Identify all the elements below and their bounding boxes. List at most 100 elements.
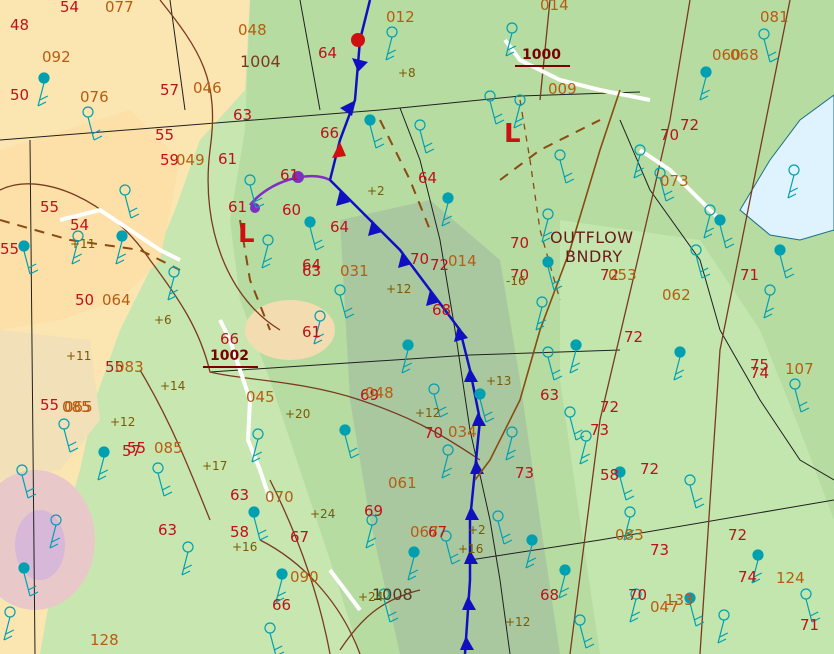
temperature-value: 72 (728, 526, 747, 544)
temperature-value: 64 (318, 44, 337, 62)
station-circle-icon (570, 339, 582, 351)
pressure-tendency-value: +16 (232, 540, 257, 554)
outflow-boundary-label-line1: OUTFLOW (550, 228, 634, 247)
station-circle-icon (559, 564, 571, 576)
pressure-value: 081 (760, 8, 789, 26)
station-circle-icon (700, 66, 712, 78)
station-circle-icon (276, 568, 288, 580)
temperature-value: 70 (510, 234, 529, 252)
pressure-tendency-value: +24 (310, 507, 335, 521)
temperature-value: 64 (330, 218, 349, 236)
pressure-value: 047 (650, 598, 679, 616)
temperature-value: 64 (418, 169, 437, 187)
pressure-value: 124 (776, 569, 805, 587)
pressure-tendency-value: +24 (358, 590, 383, 604)
temperature-value: 70 (424, 424, 443, 442)
pressure-value: 012 (386, 8, 415, 26)
station-circle-icon (474, 388, 486, 400)
pressure-tendency-value: +6 (154, 313, 172, 327)
pressure-tendency-value: +12 (505, 615, 530, 629)
temperature-value: 72 (430, 256, 449, 274)
surface-analysis-map: 1000 1002 1004 1008 L L OUTFLOW BNDRY 48… (0, 0, 834, 654)
pressure-tendency-value: +14 (160, 379, 185, 393)
temperature-value: 63 (158, 521, 177, 539)
temperature-value: 57 (160, 81, 179, 99)
station-circle-icon (526, 534, 538, 546)
temperature-value: 55 (40, 198, 59, 216)
pressure-value: 092 (42, 48, 71, 66)
pressure-value: 073 (660, 172, 689, 190)
pressure-tendency-value: +8 (398, 66, 416, 80)
temperature-value: 71 (800, 616, 819, 634)
pressure-tendency-value: +11 (70, 237, 95, 251)
station-circle-icon (248, 506, 260, 518)
pressure-value: 090 (290, 568, 319, 586)
pressure-value: 062 (662, 286, 691, 304)
isobar-label-1004: 1004 (240, 52, 281, 71)
pressure-value: 070 (265, 488, 294, 506)
pressure-value: 048 (238, 21, 267, 39)
pressure-value: 048 (365, 384, 394, 402)
station-circle-icon (674, 346, 686, 358)
temperature-value: 74 (738, 568, 757, 586)
temperature-value: 57 (122, 442, 141, 460)
station-circle-icon (38, 72, 50, 84)
temperature-value: 55 (0, 240, 19, 258)
station-circle-icon (18, 562, 30, 574)
temperature-value: 54 (60, 0, 79, 16)
station-circle-icon (752, 549, 764, 561)
pressure-value: 128 (90, 631, 119, 649)
pressure-value: 031 (340, 262, 369, 280)
temperature-value: 72 (640, 460, 659, 478)
temperature-value: 67 (290, 528, 309, 546)
pressure-value: 014 (540, 0, 569, 14)
station-circle-icon (442, 192, 454, 204)
isobar-label-1002: 1002 (210, 348, 249, 364)
temperature-value: 70 (410, 250, 429, 268)
pressure-tendency-value: +20 (285, 407, 310, 421)
pressure-value: 060 (712, 46, 741, 64)
station-circle-icon (774, 244, 786, 256)
temperature-value: 73 (590, 421, 609, 439)
temperature-value: 75 (750, 356, 769, 374)
pressure-value: 107 (785, 360, 814, 378)
temperature-value: 61 (280, 166, 299, 184)
temperature-value: 61 (302, 323, 321, 341)
pressure-value: 045 (246, 388, 275, 406)
temperature-value: 69 (364, 502, 383, 520)
station-circle-icon (408, 546, 420, 558)
low-pressure-center-icon: L (504, 119, 521, 149)
station-circle-icon (542, 256, 554, 268)
temperature-value: 48 (10, 16, 29, 34)
pressure-value: 067 (410, 523, 439, 541)
pressure-value: 085 (154, 439, 183, 457)
temperature-value: 72 (680, 116, 699, 134)
temperature-value: 55 (155, 126, 174, 144)
pressure-tendency-value: +17 (202, 459, 227, 473)
pressure-tendency-value: +2 (367, 184, 385, 198)
pressure-tendency-value: +13 (486, 374, 511, 388)
dry-bubble (245, 300, 335, 360)
temperature-value: 61 (218, 150, 237, 168)
station-circle-icon (402, 339, 414, 351)
temperature-value: 71 (740, 266, 759, 284)
temperature-value: 64 (302, 256, 321, 274)
low-pressure-center-icon: L (238, 219, 255, 249)
pressure-value: 077 (105, 0, 134, 16)
pressure-tendency-value: +2 (468, 523, 486, 537)
station-circle-icon (116, 230, 128, 242)
temperature-value: 50 (75, 291, 94, 309)
temperature-value: 55 (40, 396, 59, 414)
temperature-value: 66 (320, 124, 339, 142)
temperature-value: 70 (628, 586, 647, 604)
station-circle-icon (339, 424, 351, 436)
temperature-value: 63 (230, 486, 249, 504)
temperature-value: 68 (540, 586, 559, 604)
temperature-value: 72 (624, 328, 643, 346)
pressure-value: 065 (64, 398, 93, 416)
pressure-tendency-value: +12 (110, 415, 135, 429)
temperature-value: 73 (515, 464, 534, 482)
pressure-tendency-value: +12 (386, 282, 411, 296)
pressure-value: 083 (615, 526, 644, 544)
temperature-value: 50 (10, 86, 29, 104)
